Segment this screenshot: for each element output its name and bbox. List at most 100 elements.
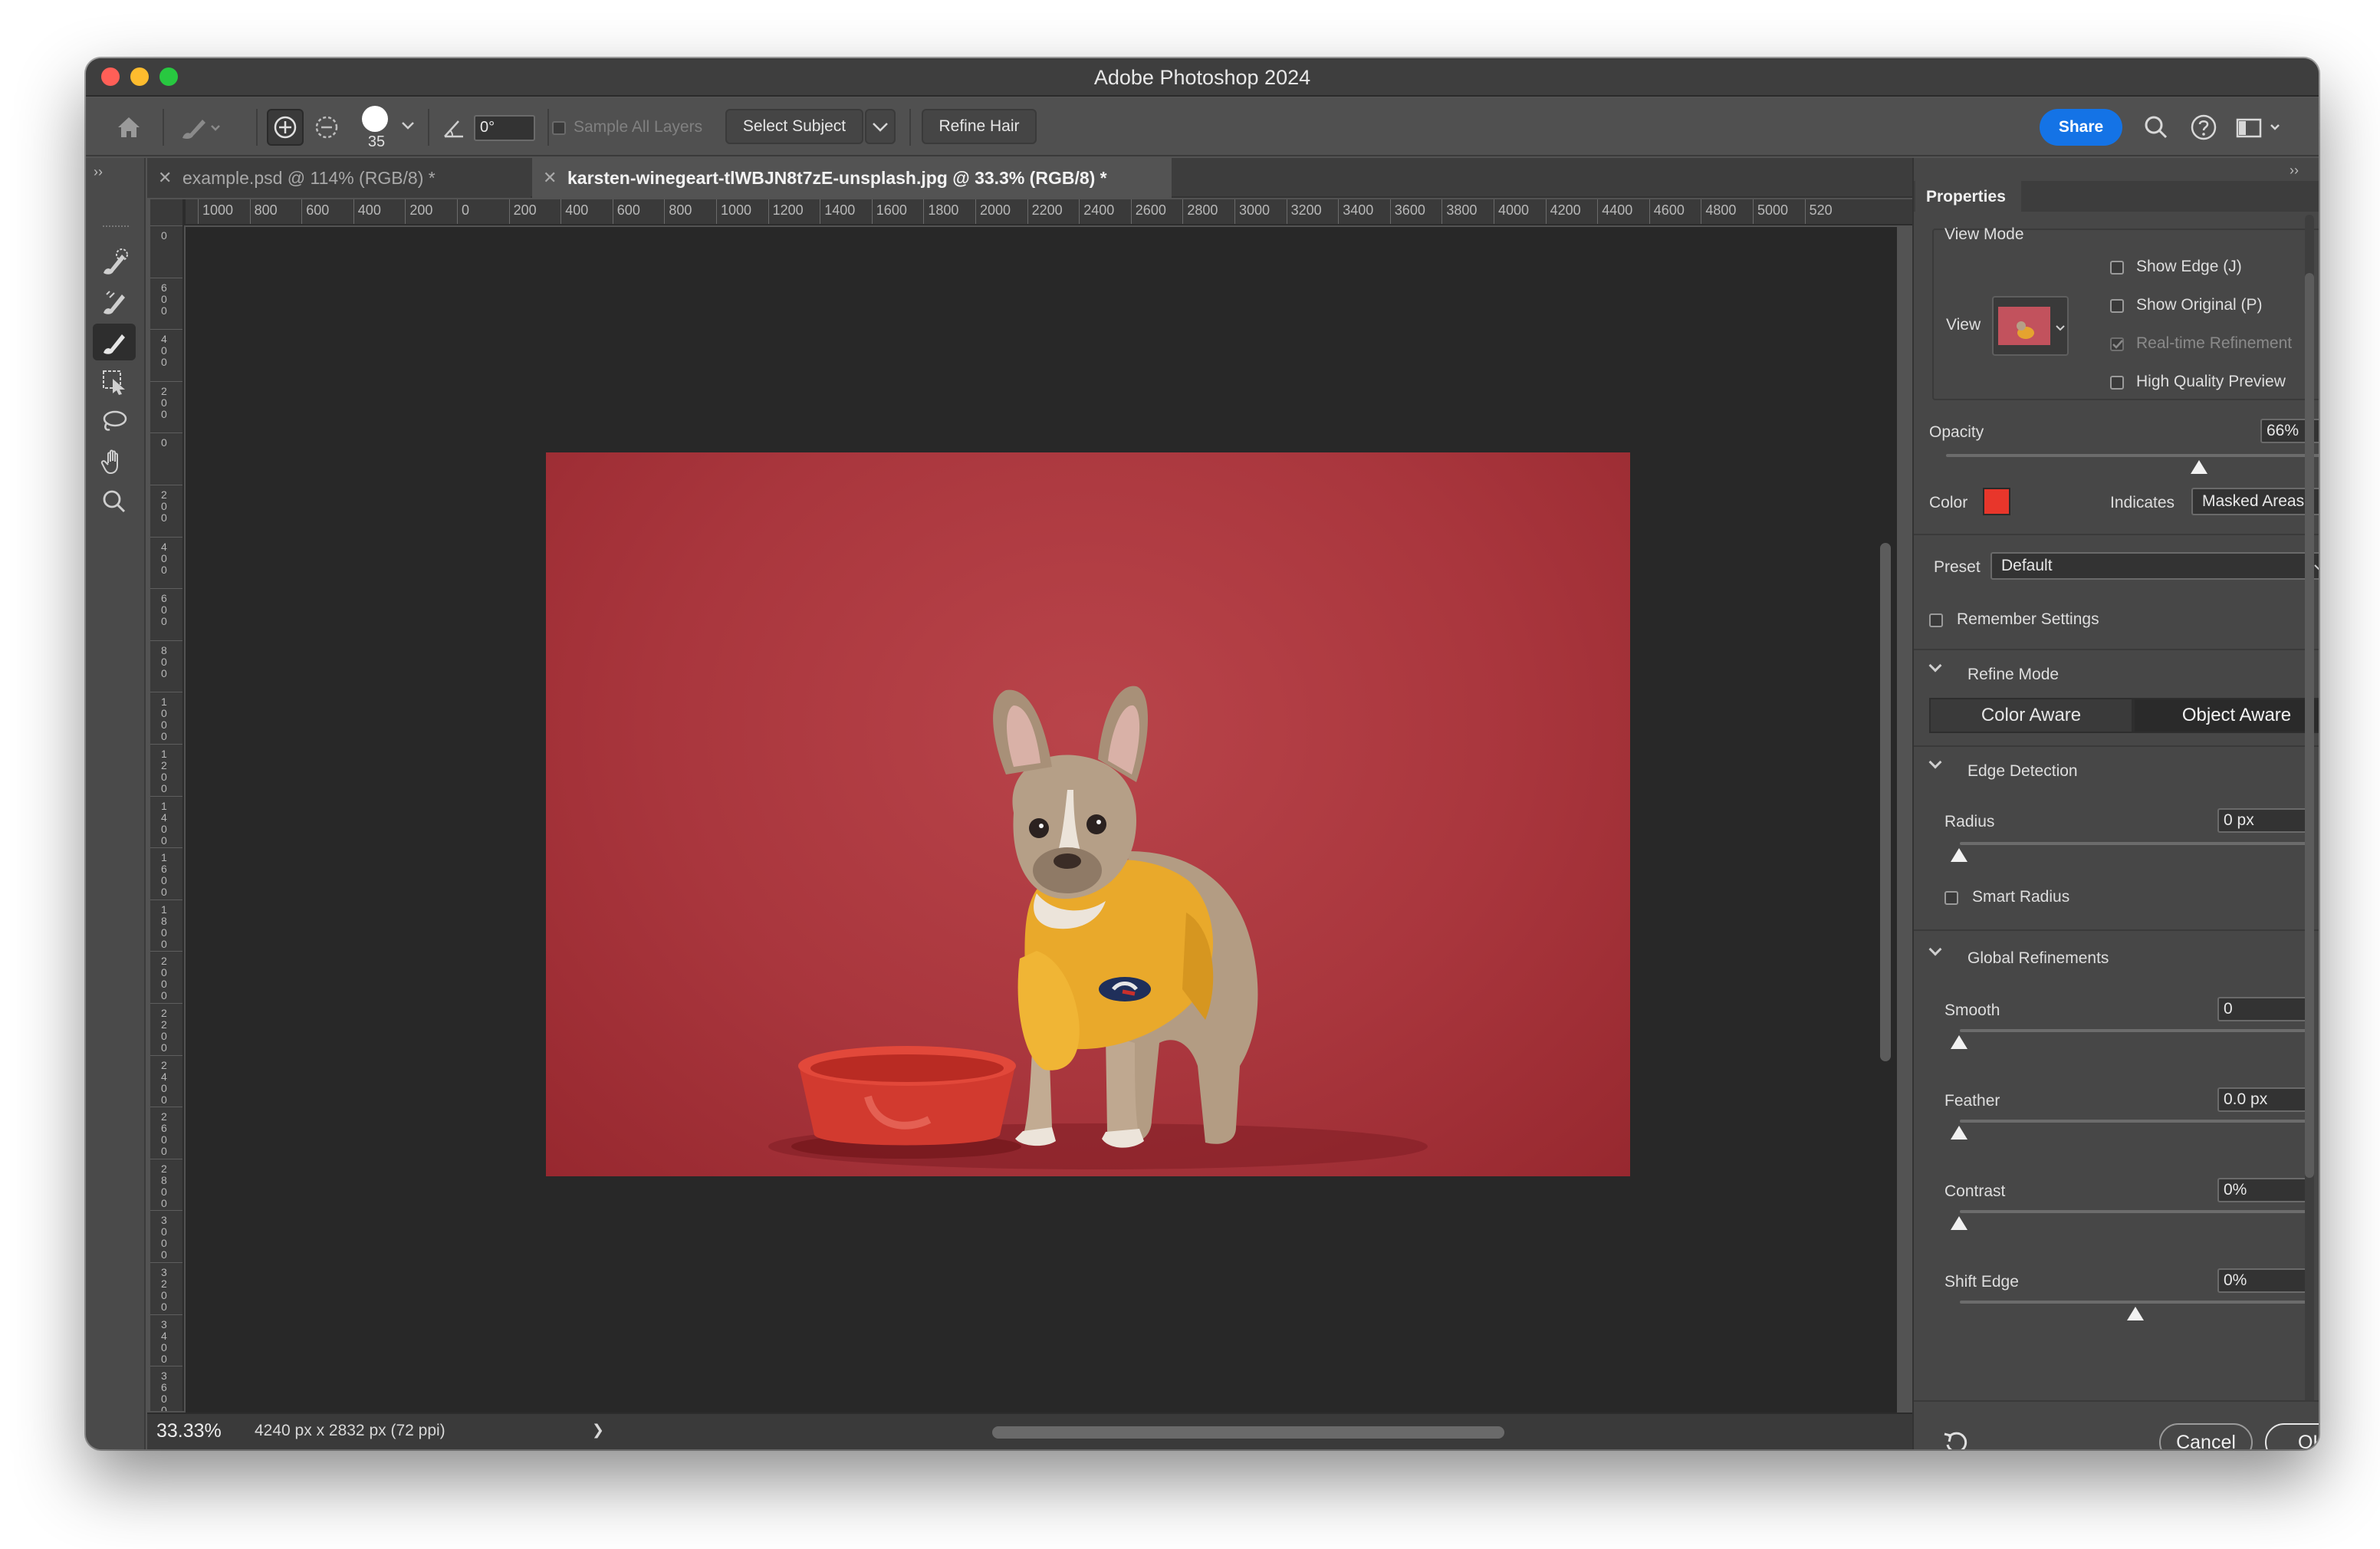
tab-example-psd[interactable]: ✕ example.psd @ 114% (RGB/8) * xyxy=(147,158,531,198)
ok-button[interactable]: OK xyxy=(2265,1423,2319,1449)
close-tab-icon[interactable]: ✕ xyxy=(543,158,557,198)
panel-scrollbar[interactable] xyxy=(2305,273,2314,1178)
color-aware-button[interactable]: Color Aware xyxy=(1929,698,2133,733)
ruler-label: 600 xyxy=(161,592,167,628)
ruler-label: 600 xyxy=(161,281,167,317)
contrast-slider-track[interactable] xyxy=(1960,1210,2309,1213)
ruler-label: 4400 xyxy=(1602,202,1633,218)
chevron-down-icon[interactable] xyxy=(399,113,417,138)
ruler-tick xyxy=(150,1210,182,1212)
home-icon[interactable] xyxy=(113,112,144,143)
brush-size-preview[interactable] xyxy=(362,106,388,132)
hand-icon[interactable] xyxy=(93,443,136,480)
color-label: Color xyxy=(1929,494,1968,511)
refine-hair-button[interactable]: Refine Hair xyxy=(922,109,1037,144)
radius-slider-thumb[interactable] xyxy=(1951,848,1967,862)
feather-input[interactable]: 0.0 px xyxy=(2217,1087,2309,1112)
preset-dropdown[interactable]: Default xyxy=(1990,552,2319,580)
radius-input[interactable]: 0 px xyxy=(2217,808,2309,833)
ruler-tick xyxy=(150,795,182,797)
smooth-slider-track[interactable] xyxy=(1960,1029,2309,1032)
object-aware-button[interactable]: Object Aware xyxy=(2133,698,2319,733)
contrast-input[interactable]: 0% xyxy=(2217,1178,2309,1202)
show-edge-checkbox[interactable] xyxy=(2110,261,2124,275)
shift-edge-slider-thumb[interactable] xyxy=(2127,1307,2144,1320)
close-tab-icon[interactable]: ✕ xyxy=(158,158,172,198)
shift-edge-slider-track[interactable] xyxy=(1960,1301,2309,1304)
document-info: 4240 px x 2832 px (72 ppi) xyxy=(255,1422,445,1439)
high-quality-preview-checkbox[interactable] xyxy=(2110,376,2124,390)
shift-edge-input[interactable]: 0% xyxy=(2217,1268,2309,1293)
feather-slider-thumb[interactable] xyxy=(1951,1126,1967,1140)
status-chevron-icon[interactable]: ❯ xyxy=(592,1422,604,1439)
photo-french-bulldog xyxy=(546,452,1630,1176)
quick-selection-icon[interactable] xyxy=(93,244,136,281)
ruler-label: 1600 xyxy=(876,202,907,218)
canvas-area[interactable] xyxy=(186,227,1897,1413)
collapse-panel-icon[interactable]: ›› xyxy=(2290,163,2299,179)
select-subject-button[interactable]: Select Subject xyxy=(725,109,863,144)
sample-all-layers-label: Sample All Layers xyxy=(574,118,703,136)
view-mode-dropdown[interactable] xyxy=(1992,296,2069,356)
ruler-label: 2400 xyxy=(161,1058,167,1106)
ruler-tick xyxy=(871,199,873,224)
ruler-tick xyxy=(150,1314,182,1315)
help-icon[interactable] xyxy=(2188,112,2219,143)
show-original-checkbox[interactable] xyxy=(2110,299,2124,313)
smooth-slider-thumb[interactable] xyxy=(1951,1035,1967,1049)
share-button[interactable]: Share xyxy=(2040,109,2122,146)
zoom-level[interactable]: 33.33% xyxy=(156,1420,222,1442)
search-icon[interactable] xyxy=(2141,112,2171,143)
ruler-label: 4800 xyxy=(1705,202,1737,218)
refine-edge-brush-icon[interactable] xyxy=(93,284,136,321)
ruler-tick xyxy=(508,199,510,224)
feather-slider-track[interactable] xyxy=(1960,1120,2309,1123)
add-to-selection-icon[interactable] xyxy=(267,109,304,146)
vertical-scrollbar[interactable] xyxy=(1880,543,1891,1061)
tab-karsten-jpg[interactable]: ✕ karsten-winegeart-tlWBJN8t7zE-unsplash… xyxy=(532,158,1172,198)
color-swatch[interactable] xyxy=(1983,488,2010,515)
collapse-toolbar-icon[interactable]: ›› xyxy=(94,164,103,180)
ruler-label: 600 xyxy=(616,202,640,218)
remember-settings-checkbox[interactable] xyxy=(1929,613,1943,627)
cancel-button[interactable]: Cancel xyxy=(2159,1423,2253,1449)
lasso-icon[interactable] xyxy=(93,403,136,440)
tab-properties[interactable]: Properties xyxy=(1915,181,2021,213)
smart-radius-checkbox[interactable] xyxy=(1944,891,1958,905)
brush-size-value: 35 xyxy=(367,133,386,150)
ruler-tick xyxy=(975,199,976,224)
radius-slider-track[interactable] xyxy=(1960,842,2309,845)
indicates-dropdown[interactable]: Masked Areas xyxy=(2191,488,2319,515)
reset-icon[interactable] xyxy=(1941,1426,1972,1449)
brush-preset-icon[interactable] xyxy=(176,112,222,143)
refine-mode-chevron-icon[interactable] xyxy=(1928,659,1942,673)
ruler-label: 520 xyxy=(1809,202,1833,218)
workspace-icon[interactable] xyxy=(2233,112,2286,143)
subtract-from-selection-icon[interactable] xyxy=(310,110,344,144)
global-refinements-chevron-icon[interactable] xyxy=(1928,942,1942,956)
realtime-refinement-checkbox xyxy=(2110,337,2124,351)
select-subject-dropdown[interactable] xyxy=(865,109,896,144)
zoom-icon[interactable] xyxy=(93,483,136,520)
smooth-input[interactable]: 0 xyxy=(2217,997,2309,1021)
contrast-slider-thumb[interactable] xyxy=(1951,1216,1967,1230)
ruler-tick xyxy=(560,199,562,224)
ruler-label: 400 xyxy=(357,202,381,218)
ruler-tick xyxy=(1079,199,1080,224)
opacity-slider-thumb[interactable] xyxy=(2191,460,2207,474)
ruler-label: 0 xyxy=(462,202,470,218)
indicates-label: Indicates xyxy=(2110,494,2175,511)
horizontal-scrollbar[interactable] xyxy=(992,1426,1504,1439)
edge-detection-chevron-icon[interactable] xyxy=(1928,755,1942,769)
ruler-tick xyxy=(1649,199,1650,224)
ruler-tick xyxy=(150,640,182,641)
object-selection-icon[interactable] xyxy=(93,363,136,400)
angle-input[interactable]: 0° xyxy=(474,115,535,141)
opacity-slider-track[interactable] xyxy=(1946,454,2319,457)
ruler-tick xyxy=(150,380,182,382)
sample-all-layers-checkbox[interactable] xyxy=(552,121,566,135)
ruler-tick xyxy=(150,744,182,745)
brush-tool-icon[interactable] xyxy=(93,324,136,360)
vertical-ruler: 0 600 400 200 0 200 400 600 800 1000 1200 1400 1600 1… xyxy=(150,199,184,1411)
ruler-label: 3000 xyxy=(1239,202,1271,218)
